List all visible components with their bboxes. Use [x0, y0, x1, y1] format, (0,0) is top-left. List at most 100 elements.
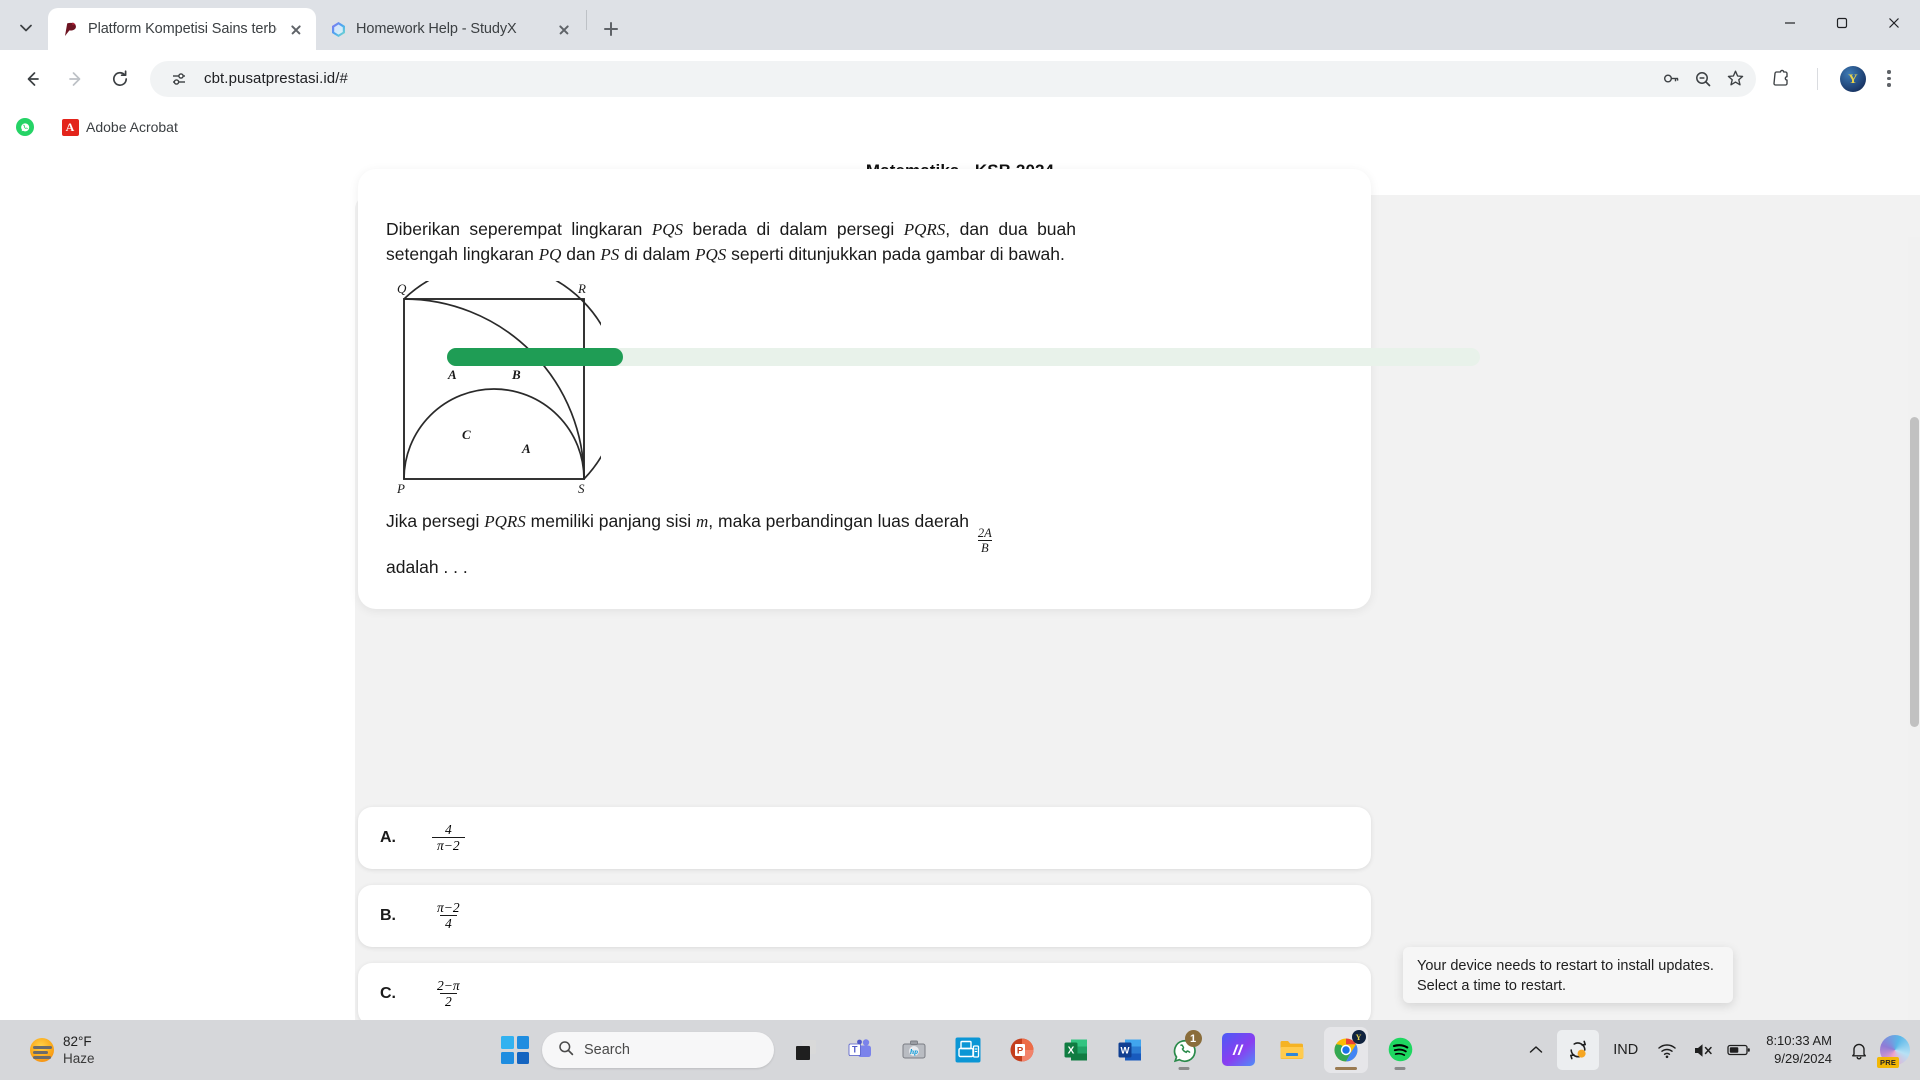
q-text-segment: Diberikan seperempat lingkaran — [386, 219, 652, 239]
answer-options: A. 4 π−2 B. π−2 4 C. 2−π 2 — [358, 807, 1371, 1020]
mediatek-app-icon — [1221, 1033, 1255, 1066]
close-tab-icon[interactable] — [554, 19, 574, 39]
password-key-icon[interactable] — [1656, 64, 1686, 94]
close-window-button[interactable] — [1868, 0, 1920, 46]
q-text-segment: Jika persegi — [386, 511, 485, 532]
math-pqs-2: PQS — [695, 245, 727, 265]
bookmark-star-icon[interactable] — [1720, 64, 1750, 94]
option-letter: C. — [380, 985, 396, 1002]
site-settings-icon[interactable] — [164, 64, 194, 94]
powerpoint-button[interactable]: P — [1000, 1027, 1044, 1073]
microsoft-teams-button[interactable]: T — [838, 1027, 882, 1073]
hp-printer-icon — [952, 1033, 985, 1066]
bookmarks-bar: A Adobe Acrobat — [0, 107, 1920, 147]
extensions-icon[interactable] — [1764, 62, 1798, 96]
start-button[interactable] — [498, 1033, 532, 1067]
back-button[interactable] — [14, 61, 50, 97]
question-progress-track — [447, 348, 1480, 366]
hp-support-assistant-button[interactable]: hp — [892, 1027, 936, 1073]
input-language-indicator[interactable]: IND — [1605, 1042, 1646, 1058]
vertex-label-s: S — [578, 481, 585, 496]
task-view-icon — [790, 1033, 823, 1066]
region-label-a-bottom: A — [521, 441, 531, 456]
zoom-out-icon[interactable] — [1688, 64, 1718, 94]
windows-update-toast[interactable]: Your device needs to restart to install … — [1403, 947, 1733, 1003]
q-text-segment: berada di dalam persegi — [683, 219, 904, 239]
battery-icon[interactable] — [1724, 1035, 1754, 1065]
volume-muted-icon[interactable] — [1688, 1035, 1718, 1065]
close-tab-icon[interactable] — [286, 19, 306, 39]
taskbar-search-box[interactable]: Search — [542, 1032, 774, 1068]
math-pqrs: PQRS — [903, 220, 946, 239]
page-scrollbar[interactable] — [1908, 237, 1920, 1020]
pusat-prestasi-icon — [62, 20, 79, 38]
whatsapp-icon: 1 — [1168, 1030, 1202, 1066]
windows-update-pending-icon[interactable] — [1557, 1030, 1600, 1070]
bookmark-adobe-acrobat[interactable]: A Adobe Acrobat — [53, 114, 186, 140]
browser-tab-active[interactable]: Platform Kompetisi Sains terbes — [48, 8, 316, 50]
hp-printer-button[interactable] — [946, 1027, 990, 1073]
question-body: Diberikan seperempat lingkaran PQS berad… — [358, 169, 1371, 581]
fraction-numerator: π−2 — [437, 899, 460, 915]
toast-line-2: Select a time to restart. — [1417, 978, 1567, 994]
math-pqrs-2: PQRS — [484, 512, 526, 532]
bookmark-label: Adobe Acrobat — [86, 119, 178, 135]
url-text: cbt.pusatprestasi.id/# — [204, 70, 348, 87]
reload-button[interactable] — [102, 61, 138, 97]
answer-option-a[interactable]: A. 4 π−2 — [358, 807, 1371, 869]
spotify-button[interactable] — [1378, 1027, 1422, 1073]
vertex-label-q: Q — [397, 281, 407, 296]
copilot-button[interactable]: PRE — [1877, 1035, 1910, 1068]
running-indicator — [1178, 1067, 1190, 1070]
toast-line-1: Your device needs to restart to install … — [1417, 958, 1714, 974]
google-chrome-button[interactable]: Y — [1324, 1027, 1368, 1073]
bookmark-whatsapp[interactable] — [8, 114, 49, 140]
answer-option-b[interactable]: B. π−2 4 — [358, 885, 1371, 947]
tab-search-dropdown-icon[interactable] — [6, 8, 46, 48]
tab-title: Platform Kompetisi Sains terbes — [88, 21, 277, 37]
page-viewport: Matematika - KSB 2024 49 MENIT 27 DETIK … — [0, 147, 1920, 1020]
question-paragraph-1: Diberikan seperempat lingkaran PQS berad… — [386, 217, 1076, 267]
q-text-segment: dan — [561, 244, 601, 265]
search-placeholder: Search — [584, 1042, 630, 1058]
file-explorer-button[interactable] — [1270, 1027, 1314, 1073]
q-text-segment: memiliki panjang sisi — [525, 511, 696, 532]
browser-toolbar: cbt.pusatprestasi.id/# Y — [0, 50, 1920, 107]
geometry-figure-svg: Q R P S A B C A — [396, 262, 621, 496]
google-chrome-icon: Y — [1330, 1030, 1366, 1066]
new-tab-button[interactable] — [595, 13, 627, 45]
tab-divider — [586, 9, 587, 30]
q-text-segment: di dalam — [619, 244, 696, 265]
whatsapp-button[interactable]: 1 — [1162, 1027, 1206, 1073]
word-button[interactable]: W — [1108, 1027, 1152, 1073]
svg-text:P: P — [1017, 1045, 1024, 1056]
minimize-button[interactable] — [1764, 0, 1816, 46]
fraction-denominator: π−2 — [432, 836, 465, 855]
profile-avatar[interactable]: Y — [1836, 62, 1870, 96]
adobe-acrobat-icon: A — [61, 118, 79, 136]
excel-button[interactable]: X — [1054, 1027, 1098, 1073]
notifications-bell-icon[interactable] — [1844, 1035, 1874, 1065]
scrollbar-thumb[interactable] — [1910, 417, 1919, 727]
chrome-menu-button[interactable] — [1872, 62, 1906, 96]
browser-tab-inactive[interactable]: Homework Help - StudyX — [316, 8, 584, 50]
running-indicator — [1394, 1067, 1406, 1070]
window-controls — [1764, 0, 1920, 46]
wifi-icon[interactable] — [1652, 1035, 1682, 1065]
fraction-numerator: 4 — [444, 821, 452, 837]
clock-time: 8:10:33 AM — [1766, 1033, 1832, 1049]
forward-button[interactable] — [58, 61, 94, 97]
mediatek-app-button[interactable] — [1216, 1027, 1260, 1073]
system-tray: IND 8:10:33 AM 9/29/2024 PRE — [1521, 1030, 1910, 1070]
region-label-b: B — [511, 367, 521, 382]
answer-option-c[interactable]: C. 2−π 2 — [358, 963, 1371, 1020]
word-icon: W — [1114, 1033, 1147, 1066]
maximize-button[interactable] — [1816, 0, 1868, 46]
taskbar-clock[interactable]: 8:10:33 AM 9/29/2024 — [1760, 1032, 1838, 1067]
address-bar[interactable]: cbt.pusatprestasi.id/# — [150, 60, 1756, 97]
tab-strip: Platform Kompetisi Sains terbes Homework… — [0, 0, 1920, 50]
task-view-button[interactable] — [784, 1027, 828, 1073]
show-hidden-icons-button[interactable] — [1521, 1035, 1551, 1065]
svg-text:W: W — [1121, 1045, 1130, 1056]
option-fraction: π−2 4 — [432, 900, 465, 933]
